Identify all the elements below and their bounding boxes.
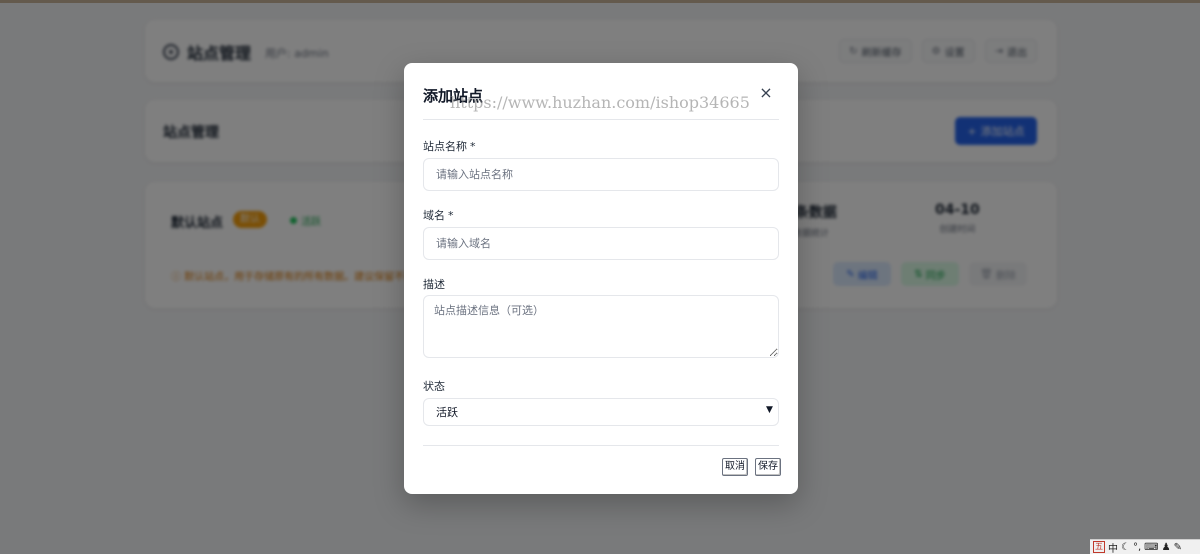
punctuation-icon[interactable]: °, [1133, 542, 1141, 553]
domain-label: 域名 * [423, 209, 454, 222]
description-label: 描述 [423, 278, 445, 291]
system-tray: 五 中 ☾ °, ⌨ ♟ ✎ [1090, 539, 1200, 554]
ime-icon[interactable]: 五 [1093, 541, 1105, 553]
site-name-label: 站点名称 * [423, 140, 476, 153]
add-site-dialog: 添加站点 https://www.huzhan.com/ishop34665 ×… [404, 63, 798, 494]
status-select[interactable]: 活跃 [423, 398, 779, 426]
required-mark: * [470, 140, 476, 153]
required-mark: * [448, 209, 454, 222]
user-icon[interactable]: ♟ [1162, 542, 1171, 553]
description-textarea[interactable] [423, 295, 779, 358]
keyboard-icon[interactable]: ⌨ [1144, 542, 1158, 553]
watermark-text: https://www.huzhan.com/ishop34665 [450, 93, 750, 112]
moon-icon[interactable]: ☾ [1121, 542, 1130, 553]
language-indicator[interactable]: 中 [1108, 540, 1118, 554]
dialog-header-divider [423, 119, 779, 120]
cancel-button[interactable]: 取消 [722, 458, 748, 476]
save-button[interactable]: 保存 [755, 458, 781, 476]
site-name-input[interactable] [423, 158, 779, 191]
wrench-icon[interactable]: ✎ [1174, 542, 1182, 553]
status-label: 状态 [423, 380, 445, 393]
close-icon[interactable]: × [758, 83, 774, 103]
dialog-footer-divider [423, 445, 779, 446]
domain-input[interactable] [423, 227, 779, 260]
